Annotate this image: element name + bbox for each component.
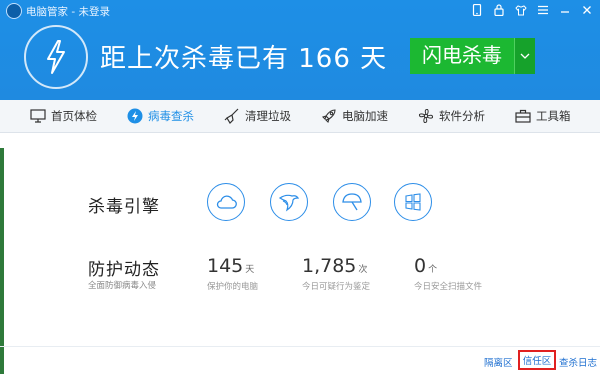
- minimize-icon[interactable]: [558, 3, 572, 17]
- stat-value: 145: [207, 255, 244, 277]
- scan-log-link[interactable]: 查杀日志: [559, 355, 597, 369]
- stat-scanned-files: 0个 今日安全扫描文件: [414, 255, 482, 292]
- lightning-icon: [127, 108, 143, 124]
- tab-home-checkup[interactable]: 首页体检: [30, 108, 97, 124]
- stat-unit: 次: [358, 265, 368, 275]
- stat-value: 0: [414, 255, 427, 277]
- menu-icon[interactable]: [536, 3, 550, 17]
- tab-label: 软件分析: [439, 109, 485, 123]
- tab-clean-junk[interactable]: 清理垃圾: [224, 108, 291, 124]
- cloud-icon[interactable]: [207, 183, 245, 221]
- stat-desc: 保护你的电脑: [207, 282, 259, 292]
- umbrella-icon[interactable]: [333, 183, 371, 221]
- eagle-icon[interactable]: [270, 183, 308, 221]
- quick-scan-button[interactable]: 闪电杀毒: [410, 38, 514, 74]
- stat-unit: 天: [245, 265, 255, 275]
- stat-desc: 今日安全扫描文件: [414, 282, 483, 292]
- tab-label: 电脑加速: [342, 109, 388, 123]
- footer-divider: [0, 346, 600, 347]
- stat-desc: 今日可疑行为鉴定: [302, 282, 371, 292]
- tab-label: 清理垃圾: [245, 109, 291, 123]
- windows-icon[interactable]: [394, 183, 432, 221]
- desktop-edge: [0, 148, 4, 374]
- close-icon[interactable]: [580, 3, 594, 17]
- tab-label: 病毒查杀: [148, 109, 194, 123]
- trust-zone-link[interactable]: 信任区: [518, 350, 556, 370]
- protection-subtitle: 全面防御病毒入侵: [88, 281, 157, 291]
- app-window: 电脑管家 - 未登录 距上次杀毒已有 166 天 闪电杀毒 首页体检 病毒查杀 …: [0, 0, 600, 374]
- tab-label: 工具箱: [536, 109, 571, 123]
- lock-icon[interactable]: [492, 3, 506, 17]
- lightning-icon: [24, 25, 88, 89]
- main-nav: 首页体检 病毒查杀 清理垃圾 电脑加速 软件分析 工具箱: [0, 100, 600, 133]
- phone-icon[interactable]: [470, 3, 484, 17]
- tab-label: 首页体检: [51, 109, 97, 123]
- monitor-icon: [30, 108, 46, 124]
- window-title: 电脑管家 - 未登录: [26, 5, 110, 18]
- protection-label: 防护动态: [88, 260, 160, 280]
- fan-icon: [418, 108, 434, 124]
- rocket-icon: [321, 108, 337, 124]
- tab-speed-up[interactable]: 电脑加速: [321, 108, 388, 124]
- engine-label: 杀毒引擎: [88, 197, 160, 217]
- avatar[interactable]: [6, 3, 22, 19]
- title-bar: 电脑管家 - 未登录: [6, 3, 110, 19]
- stat-protected-days: 145 天 保护你的电脑: [207, 255, 258, 292]
- tab-software-analysis[interactable]: 软件分析: [418, 108, 485, 124]
- chevron-down-icon[interactable]: [514, 38, 535, 74]
- window-controls: [470, 3, 594, 17]
- toolbox-icon: [515, 108, 531, 124]
- tab-toolbox[interactable]: 工具箱: [515, 108, 571, 124]
- broom-icon: [224, 108, 240, 124]
- quarantine-link[interactable]: 隔离区: [484, 355, 513, 369]
- scan-status-headline: 距上次杀毒已有 166 天: [100, 44, 388, 74]
- stat-value: 1,785: [302, 255, 357, 277]
- quick-scan-group: 闪电杀毒: [410, 38, 535, 74]
- tab-virus-scan[interactable]: 病毒查杀: [127, 108, 194, 124]
- shirt-icon[interactable]: [514, 3, 528, 17]
- header: 电脑管家 - 未登录 距上次杀毒已有 166 天 闪电杀毒: [0, 0, 600, 100]
- stat-unit: 个: [428, 265, 438, 275]
- stat-suspicious-checks: 1,785 次 今日可疑行为鉴定: [302, 255, 370, 292]
